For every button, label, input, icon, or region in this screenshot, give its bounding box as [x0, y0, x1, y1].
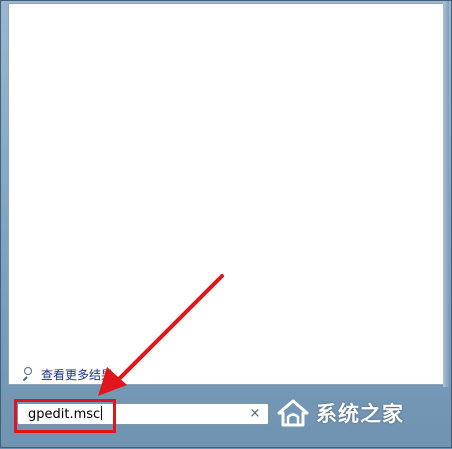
- see-more-results-link[interactable]: 查看更多结果: [21, 365, 113, 383]
- search-results-pane: [8, 3, 445, 385]
- search-input[interactable]: gpedit.msc ×: [17, 403, 269, 425]
- start-menu: 查看更多结果 gpedit.msc ×: [0, 0, 452, 448]
- text-caret: [101, 406, 103, 420]
- right-pane-strip: [443, 1, 449, 387]
- search-input-value: gpedit.msc: [28, 407, 101, 422]
- house-logo-icon: [277, 399, 309, 427]
- watermark: 系统之家: [276, 398, 404, 428]
- see-more-results-label: 查看更多结果: [41, 367, 114, 382]
- search-icon: [21, 367, 35, 382]
- watermark-text: 系统之家: [316, 402, 404, 426]
- close-icon[interactable]: ×: [248, 406, 262, 422]
